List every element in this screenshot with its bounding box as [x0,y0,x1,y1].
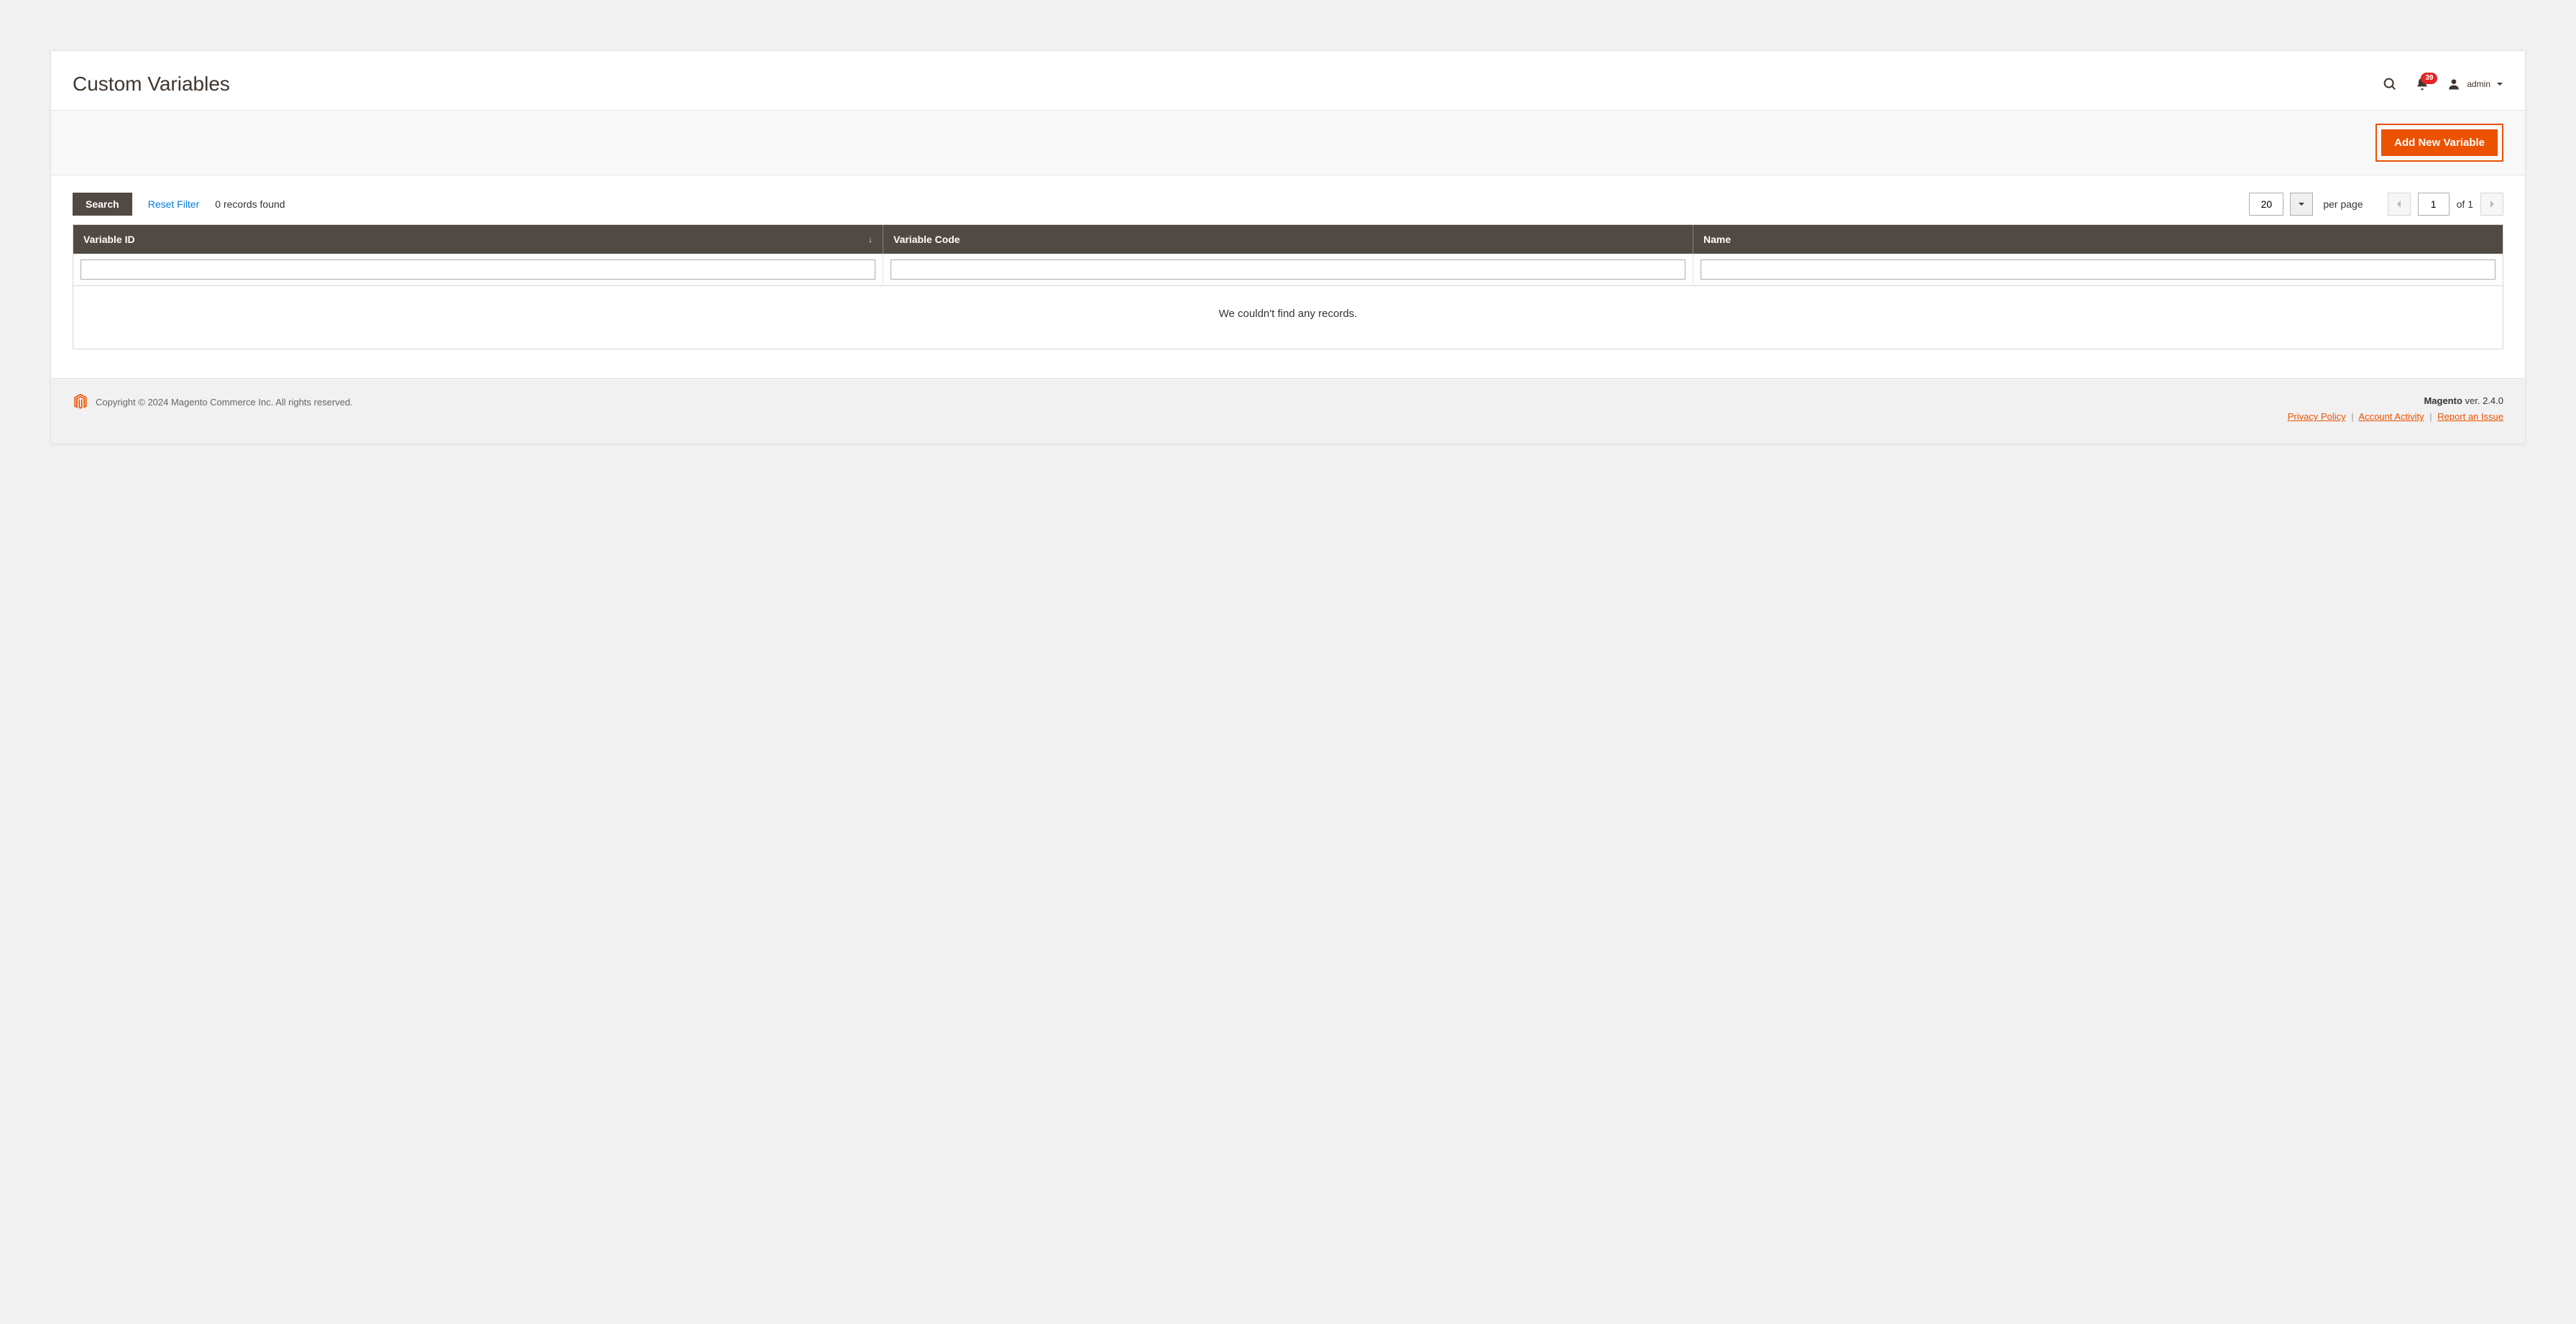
filter-input-variable-id[interactable] [80,259,875,280]
user-menu[interactable]: admin [2447,77,2503,91]
controls-left: Search Reset Filter 0 records found [73,193,285,216]
pager-next-button[interactable] [2480,193,2503,216]
grid-controls: Search Reset Filter 0 records found per … [51,175,2525,224]
filter-input-variable-code[interactable] [891,259,1685,280]
footer-right: Magento ver. 2.4.0 Privacy Policy | Acco… [2288,393,2503,425]
report-issue-link[interactable]: Report an Issue [2437,411,2503,422]
column-label: Variable Code [893,234,960,245]
privacy-policy-link[interactable]: Privacy Policy [2288,411,2346,422]
action-bar: Add New Variable [51,110,2525,175]
notifications-button[interactable]: 39 [2415,77,2429,91]
column-name: Name [1693,225,2503,254]
per-page-group: per page [2249,193,2363,216]
chevron-left-icon [2396,200,2403,208]
column-header-variable-code[interactable]: Variable Code [883,225,1693,254]
main-panel: Custom Variables 39 adm [50,50,2526,444]
filter-cell-variable-code [883,254,1693,285]
per-page-input[interactable] [2249,193,2283,216]
column-variable-code: Variable Code [883,225,1693,254]
user-label: admin [2467,79,2490,89]
column-label: Variable ID [83,234,135,245]
filter-input-name[interactable] [1701,259,2496,280]
header-tools: 39 admin [2382,76,2503,92]
search-icon [2382,76,2398,92]
user-icon [2447,77,2461,91]
sort-descending-icon: ↓ [868,234,873,244]
chevron-down-icon [2496,81,2503,88]
footer-links: Privacy Policy | Account Activity | Repo… [2288,409,2503,425]
copyright-text: Copyright © 2024 Magento Commerce Inc. A… [96,397,353,408]
column-label: Name [1703,234,1731,245]
page-number-input[interactable] [2418,193,2450,216]
separator: | [2429,411,2432,422]
column-variable-id: Variable ID ↓ [73,225,883,254]
data-grid: Variable ID ↓ Variable Code Name [73,224,2503,349]
search-button[interactable] [2382,76,2398,92]
magento-logo-icon [73,393,88,410]
records-found-text: 0 records found [215,198,285,210]
grid-empty-message: We couldn't find any records. [73,286,2503,349]
page-header: Custom Variables 39 adm [51,51,2525,110]
notification-badge: 39 [2421,73,2437,84]
footer: Copyright © 2024 Magento Commerce Inc. A… [51,378,2525,443]
controls-right: per page of 1 [2249,193,2503,216]
reset-filter-link[interactable]: Reset Filter [148,198,200,210]
per-page-label: per page [2323,198,2363,210]
version-line: Magento ver. 2.4.0 [2288,393,2503,409]
spacer [51,349,2525,378]
chevron-down-icon [2298,201,2305,208]
page-title: Custom Variables [73,73,230,96]
pager: of 1 [2388,193,2503,216]
version-label: ver. 2.4.0 [2462,395,2503,406]
add-new-variable-button[interactable]: Add New Variable [2381,129,2498,156]
grid-header-row: Variable ID ↓ Variable Code Name [73,225,2503,254]
per-page-dropdown[interactable] [2290,193,2313,216]
account-activity-link[interactable]: Account Activity [2359,411,2424,422]
grid-filter-row [73,254,2503,286]
footer-left: Copyright © 2024 Magento Commerce Inc. A… [73,393,353,410]
filter-cell-name [1693,254,2503,285]
chevron-right-icon [2488,200,2496,208]
search-grid-button[interactable]: Search [73,193,132,216]
product-name: Magento [2424,395,2462,406]
column-header-name[interactable]: Name [1693,225,2503,254]
column-header-variable-id[interactable]: Variable ID ↓ [73,225,883,254]
page-of-label: of 1 [2457,198,2473,210]
highlight-box: Add New Variable [2375,124,2503,162]
pager-prev-button[interactable] [2388,193,2411,216]
separator: | [2351,411,2353,422]
filter-cell-variable-id [73,254,883,285]
page-wrapper: Custom Variables 39 adm [0,0,2576,495]
